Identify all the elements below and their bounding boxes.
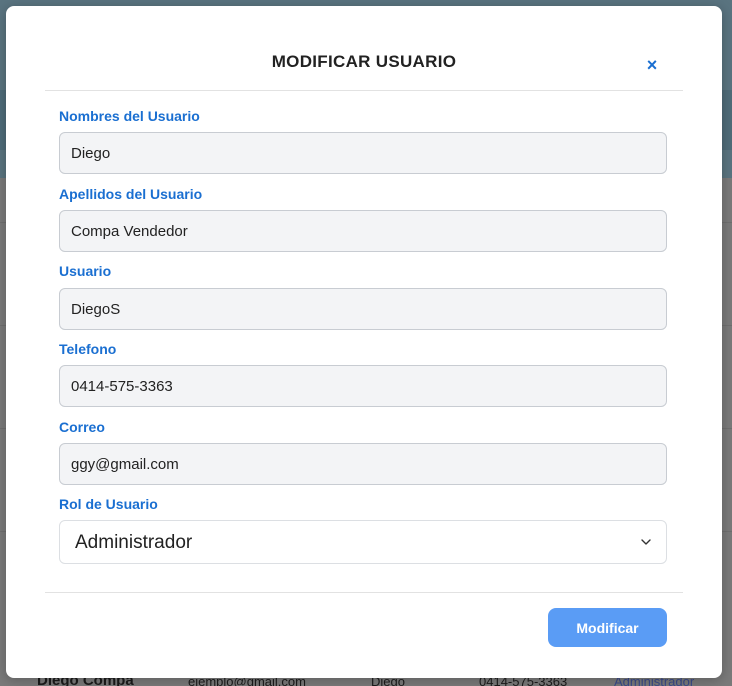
apellidos-input[interactable] xyxy=(59,210,667,252)
rol-selected-value: Administrador xyxy=(75,532,193,553)
rol-select[interactable]: Administrador xyxy=(59,520,667,564)
close-icon[interactable]: × xyxy=(643,56,661,74)
modal-header: MODIFICAR USUARIO × xyxy=(45,6,683,91)
telefono-input[interactable] xyxy=(59,365,667,407)
edit-user-modal: MODIFICAR USUARIO × Nombres del Usuario … xyxy=(6,6,722,678)
nombres-input[interactable] xyxy=(59,132,667,174)
chevron-down-icon xyxy=(641,539,651,545)
usuario-label: Usuario xyxy=(59,263,112,279)
modificar-button[interactable]: Modificar xyxy=(548,608,667,647)
correo-label: Correo xyxy=(59,419,105,435)
footer-divider xyxy=(45,592,683,593)
usuario-input[interactable] xyxy=(59,288,667,330)
apellidos-label: Apellidos del Usuario xyxy=(59,186,203,202)
correo-input[interactable] xyxy=(59,443,667,485)
telefono-label: Telefono xyxy=(59,341,117,357)
modal-title: MODIFICAR USUARIO xyxy=(271,52,457,71)
nombres-label: Nombres del Usuario xyxy=(59,108,200,124)
rol-label: Rol de Usuario xyxy=(59,496,158,512)
